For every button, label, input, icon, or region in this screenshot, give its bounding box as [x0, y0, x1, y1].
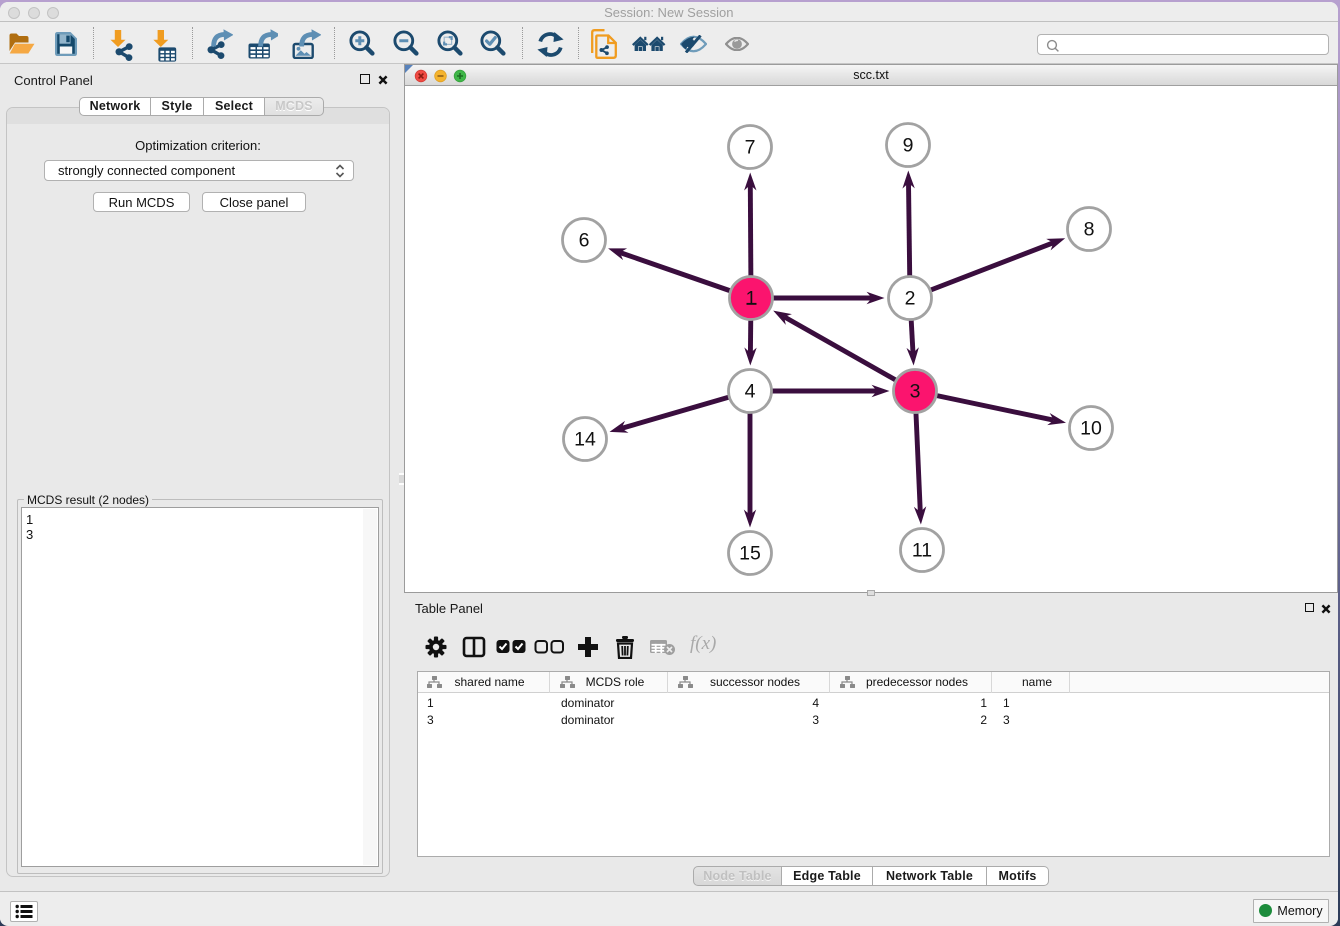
svg-text:3: 3	[910, 381, 921, 403]
svg-text:14: 14	[574, 429, 596, 451]
svg-text:2: 2	[905, 288, 916, 310]
svg-text:15: 15	[739, 543, 761, 565]
svg-text:10: 10	[1080, 418, 1102, 440]
svg-text:6: 6	[579, 230, 590, 252]
svg-text:11: 11	[912, 540, 932, 562]
svg-text:9: 9	[903, 135, 914, 157]
svg-text:7: 7	[745, 137, 756, 159]
svg-text:4: 4	[745, 381, 756, 403]
svg-text:1: 1	[746, 288, 757, 310]
svg-text:8: 8	[1084, 219, 1095, 241]
